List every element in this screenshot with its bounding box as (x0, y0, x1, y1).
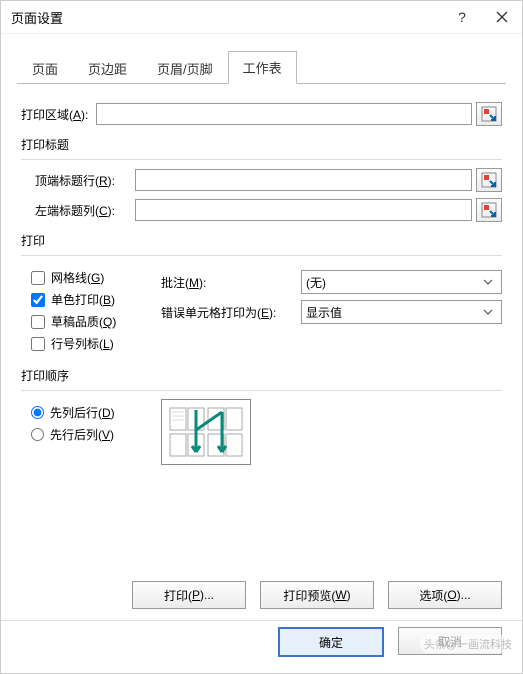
page-order-heading: 打印顺序 (21, 367, 502, 384)
draft-checkbox[interactable]: 草稿品质(Q) (31, 313, 161, 330)
comments-value: (无) (306, 274, 326, 291)
ok-button[interactable]: 确定 (278, 627, 384, 657)
black-white-checkbox[interactable]: 单色打印(B) (31, 291, 161, 308)
top-rows-label: 顶端标题行(R): (35, 172, 135, 189)
left-cols-label: 左端标题列(C): (35, 202, 135, 219)
range-picker-icon (481, 172, 497, 188)
row-col-headings-checkbox[interactable]: 行号列标(L) (31, 335, 161, 352)
page-order-preview (161, 399, 251, 465)
close-button[interactable] (482, 1, 522, 33)
help-button[interactable]: ? (442, 1, 482, 33)
gridlines-checkbox[interactable]: 网格线(G) (31, 269, 161, 286)
print-area-input[interactable] (96, 103, 472, 125)
chevron-down-icon (479, 279, 497, 285)
down-then-over-input[interactable] (31, 406, 44, 419)
tab-margins[interactable]: 页边距 (73, 52, 142, 84)
print-heading: 打印 (21, 232, 502, 249)
page-setup-dialog: 页面设置 ? 页面 页边距 页眉/页脚 工作表 打印区域(A): 打印标题 (0, 0, 523, 674)
chevron-down-icon (479, 309, 497, 315)
black-white-input[interactable] (31, 293, 45, 307)
print-area-label: 打印区域(A): (21, 106, 88, 123)
left-cols-row: 左端标题列(C): (35, 198, 502, 222)
print-area-row: 打印区域(A): (21, 102, 502, 126)
left-cols-input[interactable] (135, 199, 472, 221)
print-button[interactable]: 打印(P)... (132, 581, 246, 609)
print-preview-button[interactable]: 打印预览(W) (260, 581, 374, 609)
tab-header-footer[interactable]: 页眉/页脚 (142, 52, 228, 84)
top-rows-row: 顶端标题行(R): (35, 168, 502, 192)
dialog-body: 打印区域(A): 打印标题 顶端标题行(R): 左端标题列 (1, 84, 522, 465)
print-area-picker[interactable] (476, 102, 502, 126)
page-order-icon (166, 404, 246, 460)
action-buttons: 打印(P)... 打印预览(W) 选项(O)... (132, 581, 502, 609)
down-then-over-radio[interactable]: 先列后行(D) (31, 404, 161, 421)
window-title: 页面设置 (11, 8, 442, 27)
comments-label: 批注(M): (161, 274, 301, 291)
print-titles-heading: 打印标题 (21, 136, 502, 153)
tab-sheet[interactable]: 工作表 (228, 51, 297, 84)
options-button[interactable]: 选项(O)... (388, 581, 502, 609)
titlebar: 页面设置 ? (1, 1, 522, 34)
top-rows-picker[interactable] (476, 168, 502, 192)
row-col-headings-input[interactable] (31, 337, 45, 351)
watermark: 头条@一画流科技 (420, 635, 516, 653)
gridlines-input[interactable] (31, 271, 45, 285)
top-rows-input[interactable] (135, 169, 472, 191)
errors-select[interactable]: 显示值 (301, 300, 502, 324)
comments-select[interactable]: (无) (301, 270, 502, 294)
draft-input[interactable] (31, 315, 45, 329)
close-icon (496, 11, 508, 23)
tab-page[interactable]: 页面 (17, 52, 73, 84)
left-cols-picker[interactable] (476, 198, 502, 222)
tab-bar: 页面 页边距 页眉/页脚 工作表 (17, 50, 506, 84)
over-then-down-input[interactable] (31, 428, 44, 441)
range-picker-icon (481, 106, 497, 122)
over-then-down-radio[interactable]: 先行后列(V) (31, 426, 161, 443)
errors-label: 错误单元格打印为(E): (161, 304, 301, 321)
range-picker-icon (481, 202, 497, 218)
errors-value: 显示值 (306, 304, 342, 321)
